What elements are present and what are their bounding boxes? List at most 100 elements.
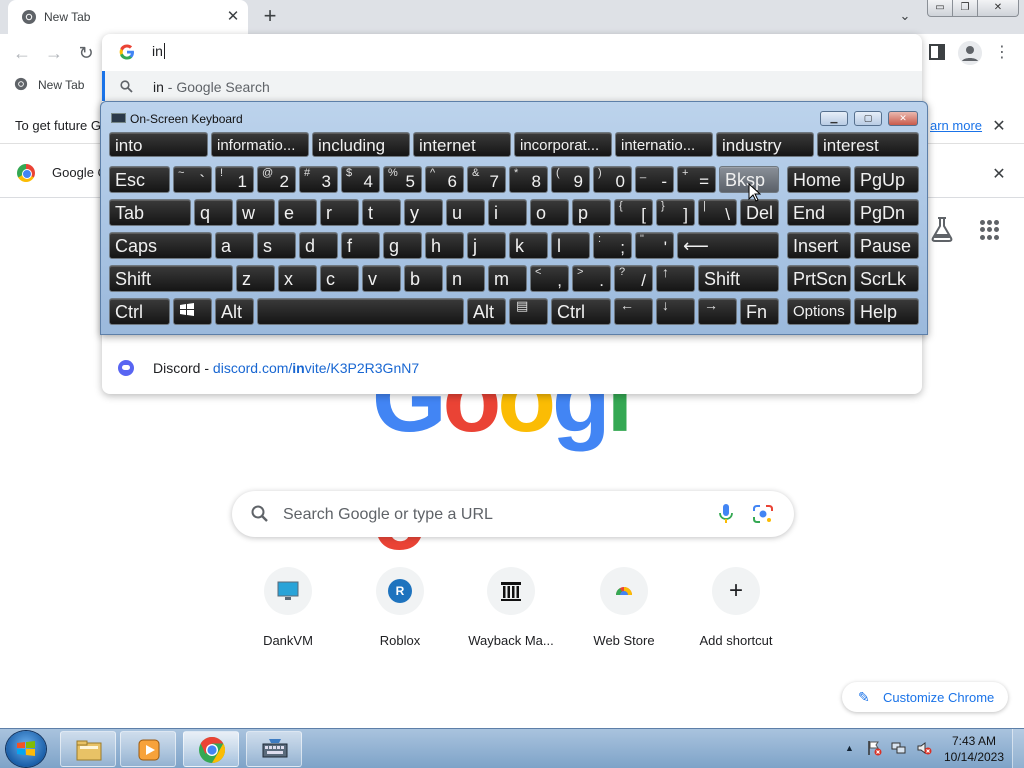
key-arrow-down[interactable]: ↓ xyxy=(656,298,695,325)
key-arrow-left[interactable]: ← xyxy=(614,298,653,325)
key-6[interactable]: ^ 6 xyxy=(425,166,464,193)
key-caps[interactable]: Caps xyxy=(109,232,212,259)
volume-muted-icon[interactable] xyxy=(916,740,932,756)
key-space[interactable] xyxy=(257,298,464,325)
key-x[interactable]: x xyxy=(278,265,317,292)
key-q[interactable]: q xyxy=(194,199,233,226)
profile-avatar-icon[interactable] xyxy=(958,41,982,65)
key-ctrl-right[interactable]: Ctrl xyxy=(551,298,611,325)
show-desktop-button[interactable] xyxy=(1012,729,1024,768)
key-y[interactable]: y xyxy=(404,199,443,226)
prediction-key[interactable]: incorporat... xyxy=(514,132,612,157)
shortcut-roblox[interactable]: R Roblox xyxy=(344,567,456,657)
reload-button[interactable]: ↻ xyxy=(73,42,99,64)
tab-close-icon[interactable]: ✕ xyxy=(224,8,242,26)
omnibox-input[interactable]: in xyxy=(152,43,165,59)
key-help[interactable]: Help xyxy=(854,298,919,325)
key-5[interactable]: % 5 xyxy=(383,166,422,193)
key-equals[interactable]: + = xyxy=(677,166,716,193)
key-j[interactable]: j xyxy=(467,232,506,259)
key-h[interactable]: h xyxy=(425,232,464,259)
key-prtscn[interactable]: PrtScn xyxy=(787,265,851,292)
prediction-key[interactable]: informatio... xyxy=(211,132,309,157)
clock-date[interactable]: 10/14/2023 xyxy=(942,750,1006,764)
shortcut-web-store[interactable]: Web Store xyxy=(568,567,680,657)
ntp-search-box[interactable]: Search Google or type a URL xyxy=(232,491,794,537)
key-7[interactable]: & 7 xyxy=(467,166,506,193)
key-tab[interactable]: Tab xyxy=(109,199,191,226)
key-menu[interactable]: ▤ xyxy=(509,298,548,325)
default-browser-close-icon[interactable]: ✕ xyxy=(990,164,1008,184)
key-alt-left[interactable]: Alt xyxy=(215,298,254,325)
key-alt-right[interactable]: Alt xyxy=(467,298,506,325)
tab-new-tab[interactable]: New Tab ✕ xyxy=(8,0,248,34)
taskbar-explorer[interactable] xyxy=(60,731,116,767)
tab-search-icon[interactable]: ⌄ xyxy=(895,8,915,26)
key-scrlk[interactable]: ScrLk xyxy=(854,265,919,292)
key-c[interactable]: c xyxy=(320,265,359,292)
taskbar-osk[interactable] xyxy=(246,731,302,767)
key-z[interactable]: z xyxy=(236,265,275,292)
microphone-icon[interactable] xyxy=(718,503,734,525)
key-enter[interactable]: ⟵ xyxy=(677,232,779,259)
taskbar-media-player[interactable] xyxy=(120,731,176,767)
osk-minimize-button[interactable]: ▁ xyxy=(820,111,848,126)
key-end[interactable]: End xyxy=(787,199,851,226)
window-maximize-button[interactable]: ❐ xyxy=(952,0,978,17)
key-a[interactable]: a xyxy=(215,232,254,259)
new-tab-button[interactable]: + xyxy=(258,5,282,29)
prediction-key[interactable]: interest xyxy=(817,132,919,157)
key-home[interactable]: Home xyxy=(787,166,851,193)
key-period[interactable]: >. xyxy=(572,265,611,292)
key-options[interactable]: Options xyxy=(787,298,851,325)
clock-time[interactable]: 7:43 AM xyxy=(946,734,1002,748)
customize-chrome-button[interactable]: ✎ Customize Chrome xyxy=(842,682,1008,712)
side-panel-icon[interactable] xyxy=(928,43,946,61)
key-slash[interactable]: ? / xyxy=(614,265,653,292)
chrome-menu-icon[interactable]: ⋮ xyxy=(994,42,1010,64)
osk-titlebar[interactable]: On-Screen Keyboard ▁ ▢ ✕ xyxy=(101,102,927,130)
window-close-button[interactable]: ✕ xyxy=(977,0,1019,17)
key-p[interactable]: p xyxy=(572,199,611,226)
key-3[interactable]: #3 xyxy=(299,166,338,193)
google-apps-icon[interactable] xyxy=(980,220,1000,240)
key-n[interactable]: n xyxy=(446,265,485,292)
forward-button[interactable]: → xyxy=(41,42,67,64)
key-d[interactable]: d xyxy=(299,232,338,259)
key-b[interactable]: b xyxy=(404,265,443,292)
key-comma[interactable]: <, xyxy=(530,265,569,292)
key-e[interactable]: e xyxy=(278,199,317,226)
key-arrow-up[interactable]: ↑ xyxy=(656,265,695,292)
show-hidden-icons-button[interactable]: ▲ xyxy=(845,743,854,753)
google-lens-icon[interactable] xyxy=(752,504,774,524)
key-g[interactable]: g xyxy=(383,232,422,259)
key-o[interactable]: o xyxy=(530,199,569,226)
prediction-key[interactable]: including xyxy=(312,132,410,157)
key-pgup[interactable]: PgUp xyxy=(854,166,919,193)
key-0[interactable]: ) 0 xyxy=(593,166,632,193)
key-left-bracket[interactable]: {[ xyxy=(614,199,653,226)
start-button[interactable] xyxy=(6,731,46,767)
key-8[interactable]: * 8 xyxy=(509,166,548,193)
key-m[interactable]: m xyxy=(488,265,527,292)
key-right-bracket[interactable]: }] xyxy=(656,199,695,226)
prediction-key[interactable]: industry xyxy=(716,132,814,157)
key-windows[interactable] xyxy=(173,298,212,325)
key-minus[interactable]: _ - xyxy=(635,166,674,193)
prediction-key[interactable]: internet xyxy=(413,132,511,157)
window-minimize-button[interactable]: ▭ xyxy=(927,0,953,17)
shortcut-dankvm[interactable]: DankVM xyxy=(232,567,344,657)
osk-maximize-button[interactable]: ▢ xyxy=(854,111,882,126)
info-bar-close-icon[interactable]: ✕ xyxy=(990,116,1008,136)
action-center-flag-icon[interactable] xyxy=(866,740,882,756)
key-r[interactable]: r xyxy=(320,199,359,226)
key-shift-right[interactable]: Shift xyxy=(698,265,779,292)
taskbar-chrome[interactable] xyxy=(183,731,239,767)
key-v[interactable]: v xyxy=(362,265,401,292)
key-shift-left[interactable]: Shift xyxy=(109,265,233,292)
learn-more-link[interactable]: arn more xyxy=(930,118,982,133)
key-9[interactable]: (9 xyxy=(551,166,590,193)
key-i[interactable]: i xyxy=(488,199,527,226)
shortcut-wayback[interactable]: Wayback Ma... xyxy=(455,567,567,657)
key-s[interactable]: s xyxy=(257,232,296,259)
